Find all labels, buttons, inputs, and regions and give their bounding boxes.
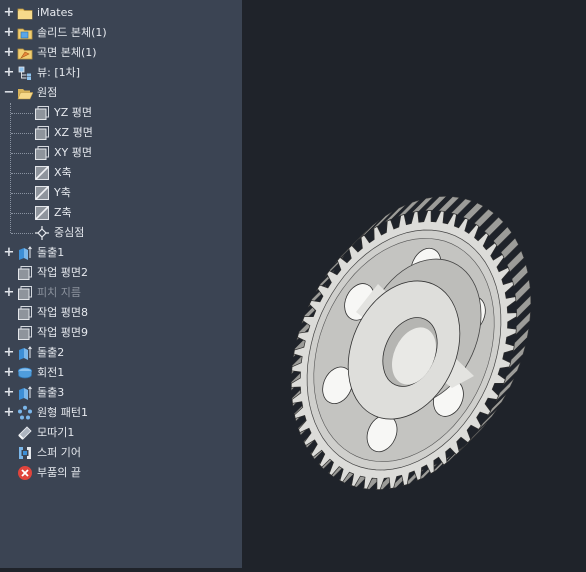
end-of-part-icon [17,465,33,481]
tree-item[interactable]: + 솔리드 본체(1) [0,23,242,43]
tree-item-label: 돌출3 [37,386,65,399]
work-axis-icon [34,185,50,201]
solid-bodies-folder-icon [17,25,33,41]
tree-item[interactable]: 작업 평면9 [0,323,242,343]
expand-icon[interactable]: + [3,66,15,79]
tree-item[interactable]: + iMates [0,3,242,23]
tree-item[interactable]: + 뷰: [1차] [0,63,242,83]
tree-connector [11,233,33,234]
tree-item-label: 뷰: [1차] [37,66,81,79]
tree-item-label: 중심점 [54,226,85,239]
tree-item[interactable]: 작업 평면8 [0,303,242,323]
work-axis-icon [34,205,50,221]
tree-item[interactable]: + 피치 지름 [0,283,242,303]
work-plane-icon [17,305,33,321]
tree-item-label: 작업 평면2 [37,266,88,279]
open-folder-icon [17,85,34,101]
work-plane-icon [34,125,50,141]
tree-item-label: 원형 패턴1 [37,406,88,419]
chamfer-icon [17,425,33,441]
model-browser: + iMates + 솔리드 본체(1) + 곡면 본체(1) + 뷰: [1차] − 원점 YZ … [0,0,242,568]
tree-item[interactable]: 모따기1 [0,423,242,443]
tree-item-label: X축 [54,166,72,179]
gear-tooth-side [511,264,529,287]
tree-item-label: 돌출1 [37,246,65,259]
tree-item[interactable]: + 돌출3 [0,383,242,403]
folder-icon [17,5,33,21]
gear-tooth-side [500,237,519,259]
tree-item-label: 회전1 [37,366,65,379]
center-point-icon [34,225,50,241]
expand-icon[interactable]: + [3,246,15,259]
expand-icon[interactable]: + [3,286,15,299]
tree-item-label: XY 평면 [54,146,92,159]
tree-item-label: Z축 [54,206,72,219]
tree-item-label: 작업 평면8 [37,306,88,319]
tree-item[interactable]: X축 [0,163,242,183]
tree-item[interactable]: Z축 [0,203,242,223]
expand-icon[interactable]: + [3,46,15,59]
tree-item[interactable]: 중심점 [0,223,242,243]
tree-item-label: Y축 [54,186,71,199]
work-plane-icon [17,285,33,301]
tree-item-label: 솔리드 본체(1) [37,26,107,39]
gear-tooth-side [506,250,525,273]
tree-item[interactable]: − 원점 [0,83,242,103]
spur-gear-model[interactable] [242,0,586,568]
tree-connector [11,173,33,174]
tree-item-label: 부품의 끝 [37,466,81,479]
tree-item[interactable]: 작업 평면2 [0,263,242,283]
tree-item-label: XZ 평면 [54,126,93,139]
work-plane-icon [34,145,50,161]
revolve-icon [17,365,33,381]
tree-item[interactable]: + 원형 패턴1 [0,403,242,423]
tree-connector [11,193,33,194]
extrude-icon [17,385,33,401]
tree-connector [11,213,33,214]
tree-item[interactable]: 부품의 끝 [0,463,242,483]
gear-tooth-side [484,216,504,237]
collapse-icon[interactable]: − [3,86,15,99]
tree-item[interactable]: XY 평면 [0,143,242,163]
gear-tooth-side [493,226,512,247]
extrude-icon [17,245,33,261]
tree-item[interactable]: XZ 평면 [0,123,242,143]
tree-item[interactable]: Y축 [0,183,242,203]
tree-item[interactable]: + 돌출2 [0,343,242,363]
tree-item-label: 원점 [37,86,58,99]
tree-item[interactable]: YZ 평면 [0,103,242,123]
tree-connector [11,133,33,134]
expand-icon[interactable]: + [3,346,15,359]
tree-item[interactable]: + 곡면 본체(1) [0,43,242,63]
tree-item-label: YZ 평면 [54,106,92,119]
tree-item[interactable]: + 회전1 [0,363,242,383]
view-rep-icon [17,65,33,81]
tree-item-label: iMates [37,6,74,19]
tree-item-label: 모따기1 [37,426,75,439]
tree-item[interactable]: + 돌출1 [0,243,242,263]
work-plane-icon [17,265,33,281]
expand-icon[interactable]: + [3,406,15,419]
work-plane-icon [34,105,50,121]
circular-pattern-icon [17,405,33,421]
extrude-icon [17,345,33,361]
spur-gear-icon [17,445,33,461]
work-plane-icon [17,325,33,341]
tree-item-label: 스퍼 기어 [37,446,81,459]
expand-icon[interactable]: + [3,386,15,399]
expand-icon[interactable]: + [3,26,15,39]
tree-item-label: 곡면 본체(1) [37,46,97,59]
tree-item-label: 돌출2 [37,346,65,359]
tree-item-label: 피치 지름 [37,286,81,299]
tree-connector [11,113,33,114]
graphics-viewport[interactable] [242,0,586,568]
work-axis-icon [34,165,50,181]
tree-item[interactable]: 스퍼 기어 [0,443,242,463]
surface-bodies-folder-icon [17,45,33,61]
expand-icon[interactable]: + [3,6,15,19]
tree-item-label: 작업 평면9 [37,326,88,339]
tree-connector [11,153,33,154]
expand-icon[interactable]: + [3,366,15,379]
